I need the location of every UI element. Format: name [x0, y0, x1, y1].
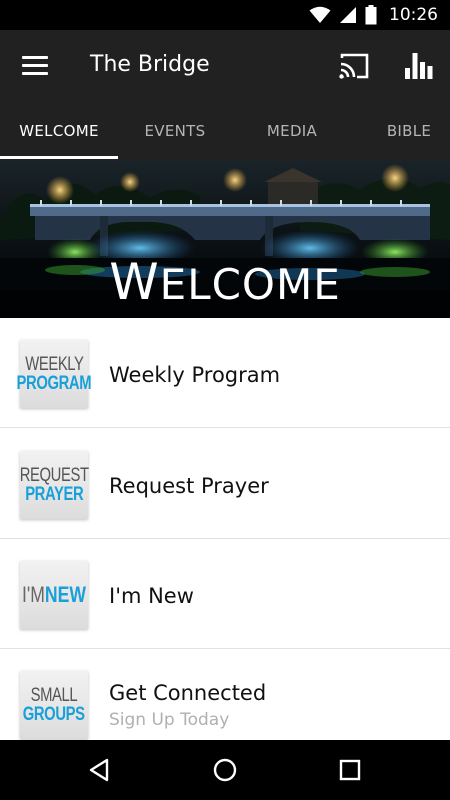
app-bar: The Bridge	[0, 30, 450, 102]
menu-icon[interactable]	[22, 56, 48, 76]
battery-icon	[365, 5, 377, 25]
bar-chart-icon[interactable]	[403, 50, 435, 82]
back-icon[interactable]	[85, 755, 115, 785]
system-nav-bar	[0, 740, 450, 800]
tab-media[interactable]: MEDIA	[232, 102, 352, 160]
welcome-banner: WELCOME	[0, 160, 450, 318]
tab-welcome[interactable]: WELCOME	[0, 102, 118, 160]
weekly-program-thumbnail: WEEKLY PROGRAM	[17, 340, 92, 408]
tab-bar: WELCOME EVENTS MEDIA BIBLE	[0, 102, 450, 160]
app-title: The Bridge	[90, 52, 210, 77]
home-icon[interactable]	[210, 755, 240, 785]
wifi-icon	[309, 6, 331, 23]
banner-title: WELCOME	[109, 253, 341, 311]
list-item-subtitle: Sign Up Today	[109, 710, 230, 730]
status-time: 10:26	[389, 5, 438, 25]
cell-signal-icon	[340, 7, 356, 23]
list-item-title: Get Connected	[109, 681, 267, 705]
request-prayer-thumbnail: REQUEST PRAYER	[20, 451, 89, 519]
list-item-title: I'm New	[109, 584, 194, 608]
list-item-request-prayer[interactable]: REQUEST PRAYER Request Prayer	[0, 429, 450, 539]
small-groups-thumbnail: SMALL GROUPS	[20, 671, 88, 739]
recents-icon[interactable]	[335, 755, 365, 785]
tab-events[interactable]: EVENTS	[118, 102, 232, 160]
status-bar: 10:26	[0, 0, 450, 30]
list-item-weekly-program[interactable]: WEEKLY PROGRAM Weekly Program	[0, 318, 450, 428]
list-item-im-new[interactable]: I'M NEW I'm New	[0, 539, 450, 649]
cast-icon[interactable]	[338, 52, 370, 80]
list-item-title: Request Prayer	[109, 474, 269, 498]
list-item-title: Weekly Program	[109, 363, 281, 387]
tab-indicator	[0, 156, 118, 159]
im-new-thumbnail: I'M NEW	[20, 561, 88, 629]
tab-bible[interactable]: BIBLE	[352, 102, 450, 160]
